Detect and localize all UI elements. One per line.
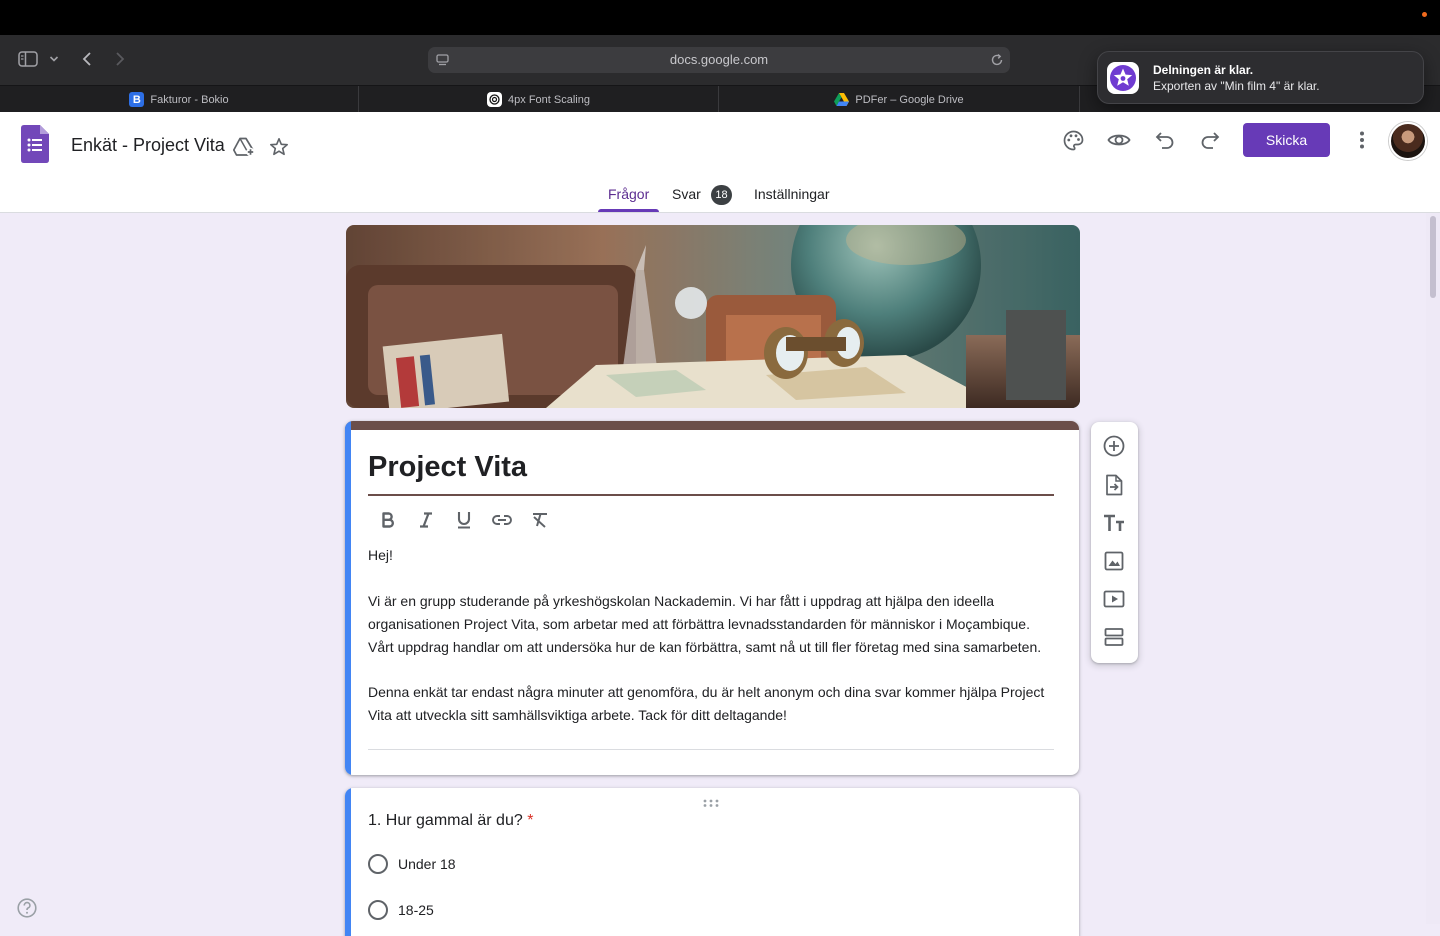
description-input-underline — [368, 749, 1054, 750]
forms-header: Enkät - Project Vita Skicka Frågor Svar … — [0, 112, 1440, 213]
bold-icon[interactable] — [374, 506, 402, 534]
add-title-text-icon[interactable] — [1102, 511, 1126, 535]
move-to-drive-icon[interactable] — [232, 135, 256, 159]
drive-icon — [834, 92, 850, 107]
form-header-image — [346, 225, 1080, 408]
theme-header-stripe — [345, 421, 1079, 430]
option-label: Under 18 — [398, 856, 456, 872]
notification-body: Exporten av "Min film 4" är klar. — [1153, 79, 1320, 93]
clear-formatting-icon[interactable] — [526, 506, 554, 534]
tab-font-scaling[interactable]: 4px Font Scaling — [359, 86, 719, 113]
more-options-icon[interactable] — [1350, 128, 1374, 152]
recording-indicator — [1422, 12, 1427, 17]
tab-label: PDFer – Google Drive — [855, 93, 964, 106]
palette-icon[interactable] — [1061, 128, 1085, 152]
title-input-underline — [368, 494, 1054, 496]
notification-banner[interactable]: Delningen är klar. Exporten av "Min film… — [1097, 51, 1424, 104]
imovie-icon — [1107, 62, 1139, 94]
required-asterisk: * — [527, 812, 534, 829]
redo-icon[interactable] — [1198, 128, 1222, 152]
add-image-icon[interactable] — [1102, 549, 1126, 573]
openai-icon — [487, 92, 503, 107]
floating-toolbar — [1091, 422, 1138, 663]
help-icon[interactable] — [17, 898, 37, 918]
url-text[interactable]: docs.google.com — [428, 52, 1010, 67]
description-greeting[interactable]: Hej! — [368, 544, 1054, 567]
document-title[interactable]: Enkät - Project Vita — [71, 135, 225, 156]
tab-label: 4px Font Scaling — [508, 93, 590, 106]
radio-button[interactable] — [368, 900, 388, 920]
star-icon[interactable] — [267, 135, 291, 159]
description-paragraph-2[interactable]: Denna enkät tar endast några minuter att… — [368, 681, 1054, 727]
notification-title: Delningen är klar. — [1153, 63, 1254, 77]
option-18-25[interactable]: 18-25 — [368, 900, 434, 920]
form-title[interactable]: Project Vita — [368, 451, 527, 484]
google-forms-logo[interactable] — [21, 125, 49, 163]
option-label: 18-25 — [398, 902, 434, 918]
scrollbar-thumb[interactable] — [1430, 216, 1436, 298]
forward-icon[interactable] — [111, 49, 129, 69]
sidebar-toggle-icon[interactable] — [18, 51, 38, 67]
question-card[interactable]: 1. Hur gammal är du? * Under 18 18-25 — [345, 788, 1079, 936]
preview-eye-icon[interactable] — [1106, 128, 1132, 152]
bokio-icon: B — [129, 92, 145, 107]
italic-icon[interactable] — [412, 506, 440, 534]
question-text: 1. Hur gammal är du? — [368, 812, 523, 829]
tab-settings[interactable]: Inställningar — [754, 186, 830, 213]
active-card-indicator — [345, 421, 351, 775]
question-title[interactable]: 1. Hur gammal är du? * — [368, 812, 533, 830]
avatar[interactable] — [1389, 122, 1427, 160]
undo-icon[interactable] — [1153, 128, 1177, 152]
tab-label: Fakturor - Bokio — [150, 93, 229, 106]
tab-bokio[interactable]: B Fakturor - Bokio — [0, 86, 359, 113]
active-card-indicator — [345, 788, 351, 936]
add-video-icon[interactable] — [1102, 587, 1126, 611]
scrollbar-track[interactable] — [1426, 213, 1440, 924]
responses-count-badge: 18 — [711, 185, 732, 205]
back-icon[interactable] — [78, 49, 96, 69]
link-icon[interactable] — [488, 506, 516, 534]
add-section-icon[interactable] — [1102, 625, 1126, 649]
address-bar[interactable]: docs.google.com — [428, 47, 1010, 73]
option-under-18[interactable]: Under 18 — [368, 854, 456, 874]
form-title-card[interactable]: Project Vita Hej! Vi är en grupp studera… — [345, 421, 1079, 775]
active-tab-indicator — [598, 209, 659, 212]
add-question-icon[interactable] — [1102, 434, 1126, 458]
import-questions-icon[interactable] — [1102, 473, 1126, 497]
send-button[interactable]: Skicka — [1243, 123, 1330, 157]
radio-button[interactable] — [368, 854, 388, 874]
chevron-down-icon[interactable] — [48, 53, 60, 65]
reload-icon[interactable] — [989, 52, 1005, 68]
tab-google-drive[interactable]: PDFer – Google Drive — [719, 86, 1080, 113]
menu-bar — [0, 0, 1440, 35]
tab-responses[interactable]: Svar — [672, 186, 701, 213]
drag-handle-icon[interactable] — [703, 794, 719, 812]
underline-icon[interactable] — [450, 506, 478, 534]
description-paragraph-1[interactable]: Vi är en grupp studerande på yrkeshögsko… — [368, 590, 1054, 659]
